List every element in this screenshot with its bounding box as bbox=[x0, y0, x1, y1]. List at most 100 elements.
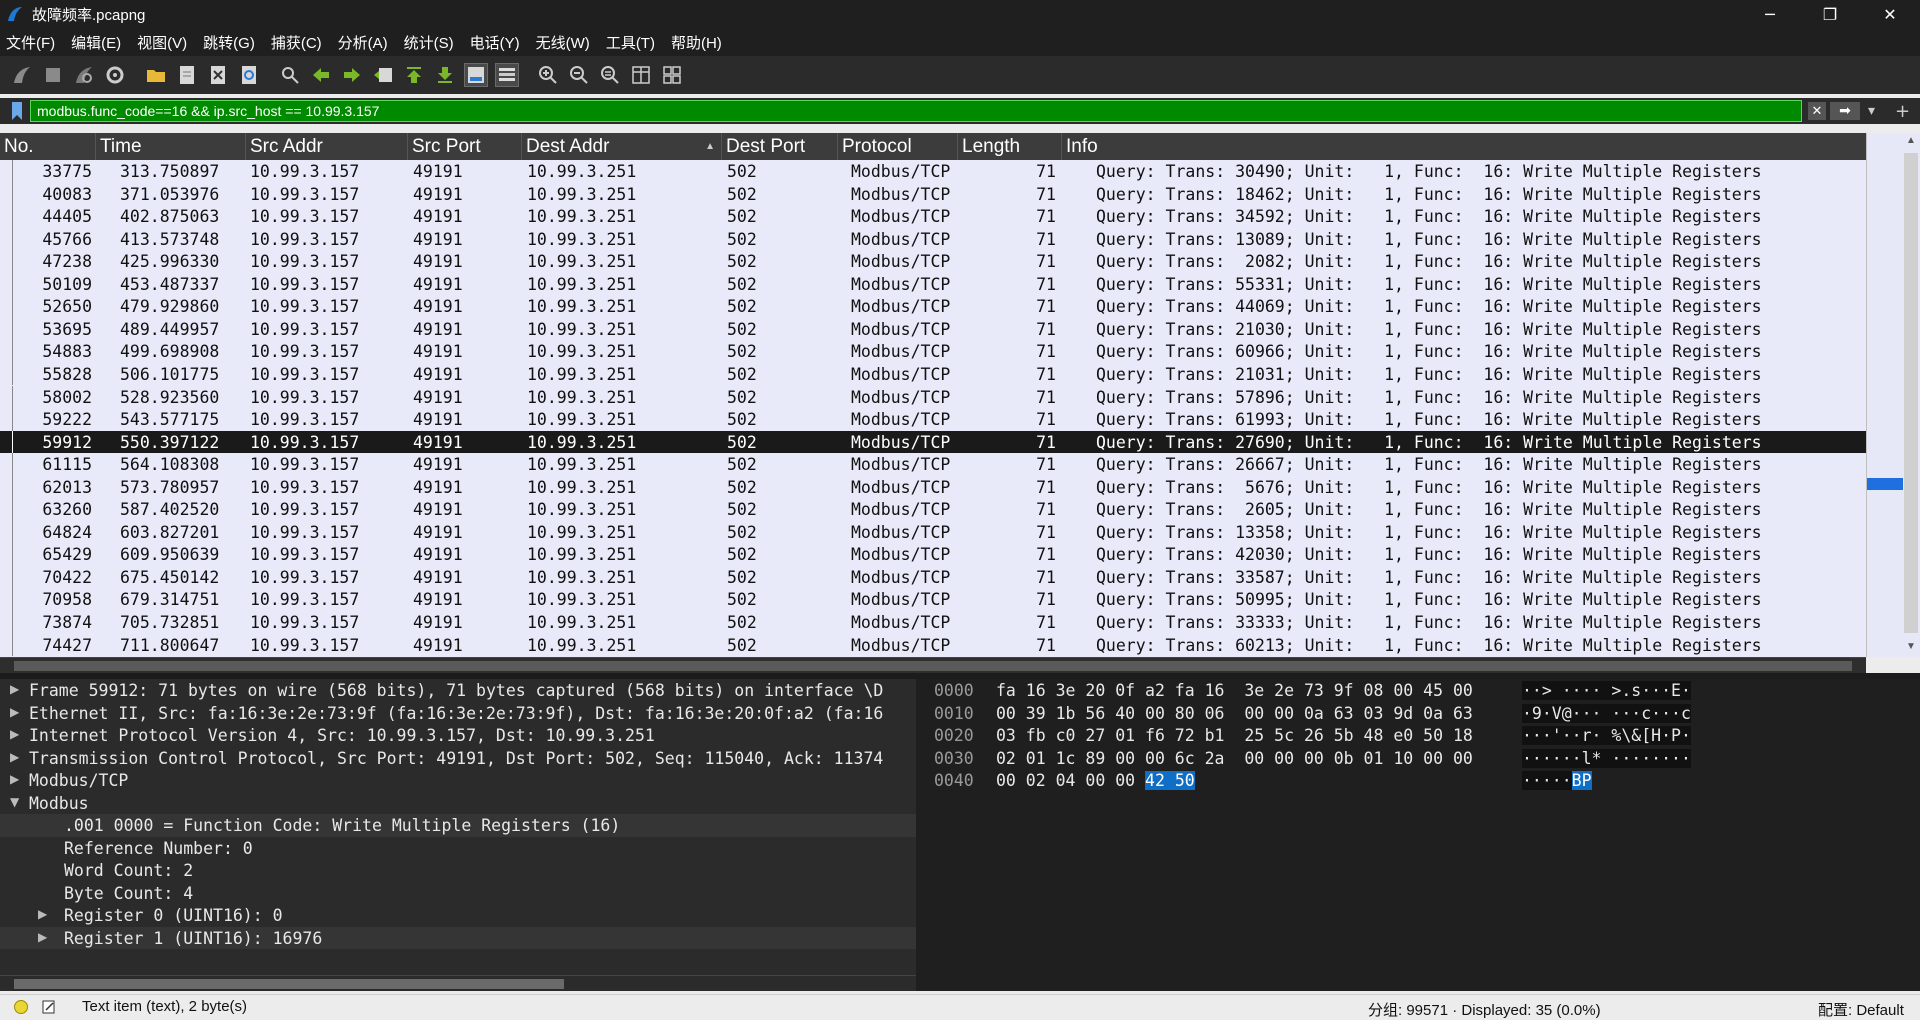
capture-comment-icon[interactable] bbox=[42, 1000, 56, 1014]
detail-tree-item[interactable]: ▶ Modbus/TCP bbox=[0, 769, 916, 792]
menu-go[interactable]: 跳转(G) bbox=[203, 32, 255, 53]
ascii-bytes[interactable]: ··> ···· >.s···E· bbox=[1522, 681, 1691, 700]
go-last-packet-icon[interactable] bbox=[433, 63, 457, 87]
apply-filter-icon[interactable]: ➡ bbox=[1830, 102, 1860, 120]
file-icon[interactable] bbox=[175, 63, 199, 87]
detail-tree-item[interactable]: ▶ Internet Protocol Version 4, Src: 10.99… bbox=[0, 724, 916, 747]
normal-size-icon[interactable] bbox=[598, 63, 622, 87]
packet-row[interactable]: 74427 711.800647 10.99.3.157 49191 10.99.3.2… bbox=[0, 633, 1866, 657]
detail-tree-item[interactable]: Byte Count: 4 bbox=[0, 882, 916, 905]
menu-capture[interactable]: 捕获(C) bbox=[271, 32, 322, 53]
packet-list-hscrollbar[interactable] bbox=[0, 657, 1866, 673]
capture-options-icon[interactable] bbox=[103, 63, 127, 87]
hex-bytes[interactable]: 03 fb c0 27 01 f6 72 b1 25 5c 26 5b 48 e… bbox=[996, 726, 1473, 745]
menu-view[interactable]: 视图(V) bbox=[137, 32, 187, 53]
packet-row[interactable]: 33775 313.750897 10.99.3.157 49191 10.99.3.2… bbox=[0, 160, 1866, 183]
packet-row[interactable]: 64824 603.827201 10.99.3.157 49191 10.99.3.2… bbox=[0, 520, 1866, 544]
maximize-button[interactable]: ❐ bbox=[1800, 0, 1860, 28]
find-packet-icon[interactable] bbox=[278, 63, 302, 87]
expert-info-indicator-icon[interactable] bbox=[14, 999, 28, 1014]
start-capture-icon[interactable] bbox=[10, 63, 34, 87]
packet-row[interactable]: 45766 413.573748 10.99.3.157 49191 10.99.3.2… bbox=[0, 227, 1866, 251]
display-filter-input[interactable]: modbus.func_code==16 && ip.src_host == 1… bbox=[30, 100, 1802, 122]
auto-scroll-icon[interactable] bbox=[464, 63, 488, 87]
detail-tree-item[interactable]: .001 0000 = Function Code: Write Multipl… bbox=[0, 814, 916, 837]
expand-arrow-icon[interactable]: ▶ bbox=[10, 682, 19, 696]
ascii-bytes[interactable]: ·9·V@··· ···c···c bbox=[1522, 703, 1691, 723]
detail-tree-item[interactable]: ▶ Frame 59912: 71 bytes on wire (568 bits… bbox=[0, 679, 916, 702]
detail-tree-item[interactable]: ▶ Register 1 (UINT16): 16976 bbox=[0, 926, 916, 949]
expand-arrow-icon[interactable]: ▶ bbox=[10, 705, 19, 719]
column-protocol[interactable]: Protocol bbox=[838, 133, 958, 160]
close-button[interactable]: ✕ bbox=[1860, 0, 1920, 28]
column-dest-port[interactable]: Dest Port bbox=[722, 133, 838, 160]
stop-capture-icon[interactable] bbox=[41, 63, 65, 87]
packet-row[interactable]: 40083 371.053976 10.99.3.157 49191 10.99.3.2… bbox=[0, 182, 1866, 206]
resize-columns-icon[interactable] bbox=[629, 63, 653, 87]
hex-bytes[interactable]: fa 16 3e 20 0f a2 fa 16 3e 2e 73 9f 08 0… bbox=[996, 681, 1473, 700]
details-hscrollbar[interactable] bbox=[0, 975, 916, 991]
hscroll-thumb[interactable] bbox=[14, 661, 1852, 671]
packet-row[interactable]: 44405 402.875063 10.99.3.157 49191 10.99.3.2… bbox=[0, 205, 1866, 228]
collapse-arrow-icon[interactable]: ▼ bbox=[10, 795, 19, 809]
layout-icon[interactable] bbox=[660, 63, 684, 87]
packet-row[interactable]: 53695 489.449957 10.99.3.157 49191 10.99.3.2… bbox=[0, 317, 1866, 341]
detail-tree-item[interactable]: ▶ Ethernet II, Src: fa:16:3e:2e:73:9f (fa… bbox=[0, 702, 916, 725]
expand-arrow-icon[interactable]: ▶ bbox=[10, 772, 19, 786]
packet-row[interactable]: 58002 528.923560 10.99.3.157 49191 10.99.3.2… bbox=[0, 385, 1866, 408]
hex-bytes[interactable]: 00 02 04 00 00 42 50 bbox=[996, 771, 1195, 790]
menu-analyze[interactable]: 分析(A) bbox=[338, 32, 388, 53]
open-file-icon[interactable] bbox=[144, 63, 168, 87]
expand-arrow-icon[interactable]: ▶ bbox=[38, 907, 47, 921]
menu-statistics[interactable]: 统计(S) bbox=[404, 32, 454, 53]
packet-row[interactable]: 61115 564.108308 10.99.3.157 49191 10.99.3.2… bbox=[0, 453, 1866, 476]
details-hscroll-thumb[interactable] bbox=[14, 979, 564, 989]
restart-capture-icon[interactable] bbox=[72, 63, 96, 87]
filter-bookmark-icon[interactable] bbox=[10, 101, 24, 121]
expand-arrow-icon[interactable]: ▶ bbox=[10, 750, 19, 764]
packet-row[interactable]: 52650 479.929860 10.99.3.157 49191 10.99.3.2… bbox=[0, 295, 1866, 318]
packet-row[interactable]: 50109 453.487337 10.99.3.157 49191 10.99.3.2… bbox=[0, 272, 1866, 296]
menu-help[interactable]: 帮助(H) bbox=[671, 32, 722, 53]
packet-row-selected[interactable]: 59912 550.397122 10.99.3.157 49191 10.99.3.2… bbox=[0, 430, 1866, 454]
packet-row[interactable]: 62013 573.780957 10.99.3.157 49191 10.99.3.2… bbox=[0, 475, 1866, 499]
column-src-addr[interactable]: Src Addr bbox=[246, 133, 408, 160]
go-back-icon[interactable] bbox=[309, 63, 333, 87]
zoom-out-icon[interactable] bbox=[567, 63, 591, 87]
ascii-bytes[interactable]: ······l* ········ bbox=[1522, 748, 1691, 768]
column-dest-addr[interactable]: Dest Addr ▲ bbox=[522, 133, 722, 160]
packet-row[interactable]: 55828 506.101775 10.99.3.157 49191 10.99.3.2… bbox=[0, 362, 1866, 386]
menu-tools[interactable]: 工具(T) bbox=[606, 32, 655, 53]
packet-row[interactable]: 59222 543.577175 10.99.3.157 49191 10.99.3.2… bbox=[0, 408, 1866, 431]
ascii-bytes[interactable]: ···'··r· %\&[H·P· bbox=[1522, 726, 1691, 745]
menu-file[interactable]: 文件(F) bbox=[6, 32, 55, 53]
colorize-icon[interactable] bbox=[495, 63, 519, 87]
clear-filter-icon[interactable]: ✕ bbox=[1808, 102, 1826, 120]
add-filter-button[interactable]: + bbox=[1895, 101, 1910, 122]
scroll-up-icon[interactable]: ▲ bbox=[1904, 135, 1918, 149]
packet-row[interactable]: 65429 609.950639 10.99.3.157 49191 10.99.3.2… bbox=[0, 543, 1866, 566]
packet-row[interactable]: 54883 499.698908 10.99.3.157 49191 10.99.3.2… bbox=[0, 340, 1866, 363]
filter-history-dropdown[interactable]: ▾ bbox=[1868, 103, 1875, 119]
expand-arrow-icon[interactable]: ▶ bbox=[38, 930, 47, 944]
packet-row[interactable]: 63260 587.402520 10.99.3.157 49191 10.99.3.2… bbox=[0, 498, 1866, 521]
detail-tree-item[interactable]: ▶ Transmission Control Protocol, Src Port… bbox=[0, 747, 916, 770]
ascii-bytes[interactable]: ·····BP bbox=[1522, 771, 1592, 790]
go-forward-icon[interactable] bbox=[340, 63, 364, 87]
scrollbar-thumb[interactable] bbox=[1904, 153, 1918, 633]
close-file-icon[interactable] bbox=[206, 63, 230, 87]
menu-edit[interactable]: 编辑(E) bbox=[71, 32, 121, 53]
go-to-packet-icon[interactable] bbox=[371, 63, 395, 87]
minimize-button[interactable]: ─ bbox=[1740, 0, 1800, 28]
column-info[interactable]: Info bbox=[1062, 133, 1866, 160]
menu-telephony[interactable]: 电话(Y) bbox=[470, 32, 520, 53]
zoom-in-icon[interactable] bbox=[536, 63, 560, 87]
column-src-port[interactable]: Src Port bbox=[408, 133, 522, 160]
status-profile[interactable]: 配置: Default bbox=[1818, 999, 1904, 1020]
expand-arrow-icon[interactable]: ▶ bbox=[10, 727, 19, 741]
column-time[interactable]: Time bbox=[96, 133, 246, 160]
packet-row[interactable]: 70422 675.450142 10.99.3.157 49191 10.99.3.2… bbox=[0, 565, 1866, 589]
detail-tree-item[interactable]: ▶ Register 0 (UINT16): 0 bbox=[0, 904, 916, 927]
go-first-packet-icon[interactable] bbox=[402, 63, 426, 87]
detail-tree-item[interactable]: Word Count: 2 bbox=[0, 859, 916, 882]
